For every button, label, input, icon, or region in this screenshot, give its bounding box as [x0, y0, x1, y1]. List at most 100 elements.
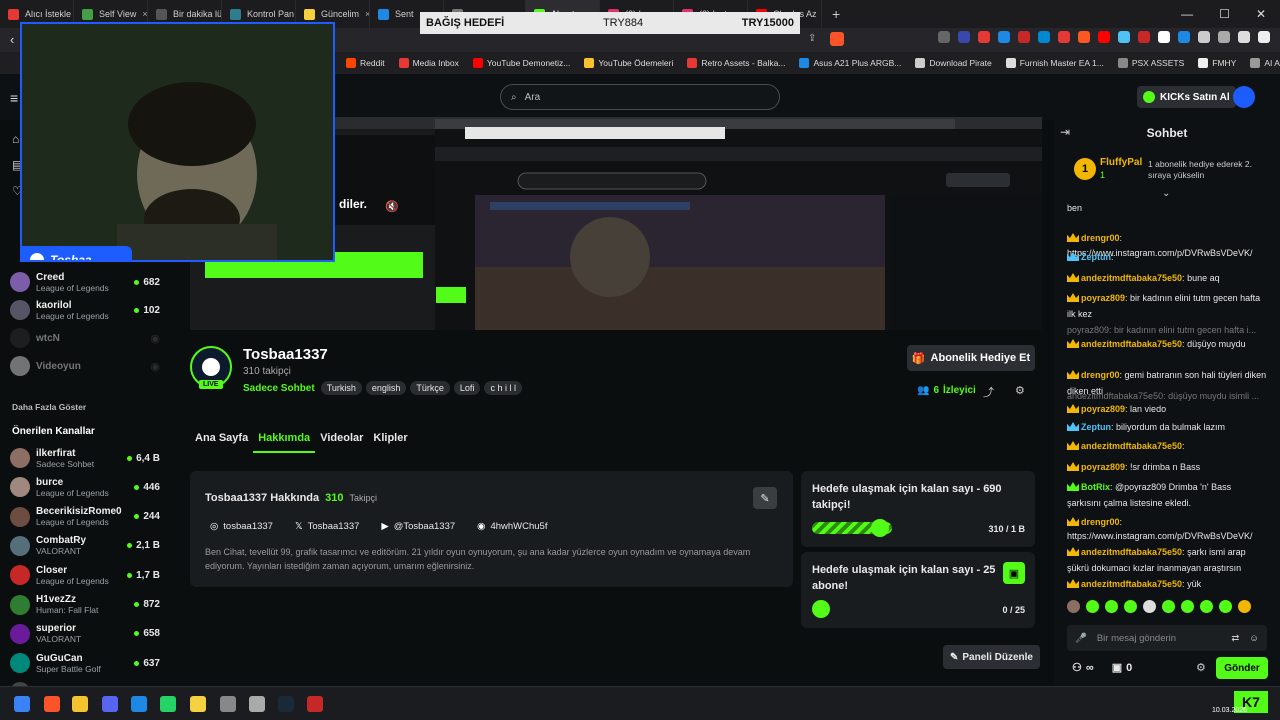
chat-username[interactable]: Zeptun [1081, 422, 1111, 432]
bookmark-item[interactable]: Furnish Master EA 1... [1005, 58, 1104, 68]
bookmark-item[interactable]: Asus A21 Plus ARGB... [799, 58, 901, 68]
chat-username[interactable]: andezitmdftabaka75e50 [1081, 579, 1182, 589]
share-icon[interactable]: ⇪ [808, 33, 816, 44]
notes-icon[interactable] [190, 696, 206, 712]
chat-username[interactable]: Zeptun [1081, 252, 1111, 262]
file-explorer-icon[interactable] [72, 696, 88, 712]
chat-username[interactable]: poyraz809 [1081, 404, 1125, 414]
chat-username[interactable]: andezitmdftabaka75e50 [1081, 273, 1182, 283]
emoji-icon[interactable]: ☺ [1249, 633, 1259, 644]
extension-icon[interactable] [1018, 31, 1030, 43]
extension-icon[interactable] [1238, 31, 1250, 43]
whatsapp-icon[interactable] [160, 696, 176, 712]
emote-icon[interactable] [1219, 600, 1232, 613]
bookmark-item[interactable]: YouTube Demonetiz... [472, 58, 570, 68]
sidebar-channel[interactable]: burce League of Legends 446 [10, 473, 160, 501]
app-icon[interactable] [131, 696, 147, 712]
bookmark-item[interactable]: AI Avatar [1250, 58, 1280, 68]
channel-tag[interactable]: c h i l l [484, 381, 522, 395]
back-icon[interactable]: ‹ [10, 32, 14, 47]
minimize-icon[interactable]: — [1181, 7, 1193, 21]
mute-icon[interactable]: 🔇 [385, 200, 399, 213]
points-icon[interactable]: ⚇ [1072, 661, 1082, 674]
sidebar-channel[interactable]: superior VALORANT 658 [10, 620, 160, 648]
sidebar-channel[interactable]: Closer League of Legends 1,7 B [10, 561, 160, 589]
gift-goal-icon[interactable]: ▣ [1003, 562, 1025, 584]
home-icon[interactable]: ⌂ [12, 132, 19, 146]
brave-icon[interactable] [44, 696, 60, 712]
bookmark-item[interactable]: Reddit [346, 58, 385, 68]
user-settings-icon[interactable]: ⚙ [1015, 384, 1025, 397]
extension-icon[interactable] [1138, 31, 1150, 43]
chat-settings-icon[interactable]: ⚙ [1196, 661, 1206, 674]
social-link[interactable]: ◉ 4hwhWChu5f [477, 521, 547, 532]
emote-icon[interactable] [1238, 600, 1251, 613]
sidebar-channel[interactable]: GuGuCan Super Battle Golf 637 [10, 649, 160, 677]
gift-icon[interactable]: ▣ [1112, 661, 1122, 674]
channel-tag[interactable]: english [365, 381, 407, 395]
app-icon[interactable] [249, 696, 265, 712]
share-icon[interactable]: ⤴ [983, 384, 994, 400]
send-button[interactable]: Gönder [1216, 657, 1268, 679]
sidebar-channel[interactable]: wtcN ◉ [10, 324, 160, 352]
maximize-icon[interactable]: ☐ [1219, 7, 1230, 21]
edit-about-button[interactable]: ✎ [753, 487, 777, 509]
bookmark-item[interactable]: Download Pirate [915, 58, 992, 68]
chat-username[interactable]: drengr00 [1081, 233, 1120, 243]
extension-icon[interactable] [938, 31, 950, 43]
channel-tag[interactable]: Lofi [453, 381, 481, 395]
edit-panel-button[interactable]: ✎ Paneli Düzenle [943, 645, 1040, 669]
discord-icon[interactable] [102, 696, 118, 712]
extension-icon[interactable] [978, 31, 990, 43]
extension-icon[interactable] [1198, 31, 1210, 43]
chat-username[interactable]: BotRix [1081, 482, 1110, 492]
extension-icon[interactable] [1218, 31, 1230, 43]
bookmark-item[interactable]: Media Inbox [398, 58, 459, 68]
social-link[interactable]: ◎ tosbaa1337 [210, 521, 273, 532]
channel-tag[interactable]: Türkçe [410, 381, 450, 395]
brave-shield-icon[interactable] [830, 32, 844, 46]
emote-icon[interactable] [1181, 600, 1194, 613]
channel-tab[interactable]: Hakkımda [253, 432, 316, 453]
extension-icon[interactable] [998, 31, 1010, 43]
extension-icon[interactable] [1058, 31, 1070, 43]
emote-icon[interactable] [1067, 600, 1080, 613]
emote-icon[interactable] [1200, 600, 1213, 613]
emote-icon[interactable] [1162, 600, 1175, 613]
extension-icon[interactable] [1038, 31, 1050, 43]
close-icon[interactable]: ✕ [1256, 7, 1266, 21]
avatar[interactable] [1233, 86, 1255, 108]
show-more-link[interactable]: Daha Fazla Göster [12, 402, 86, 412]
sidebar-channel[interactable]: kaorilol League of Legends 102 [10, 296, 160, 324]
sidebar-channel[interactable]: BecerikisizRome0 League of Legends 244 [10, 503, 160, 531]
sidebar-channel[interactable]: Creed League of Legends 682 [10, 268, 160, 296]
translate-icon[interactable]: ⇄ [1231, 633, 1239, 644]
chat-username[interactable]: poyraz809 [1081, 293, 1125, 303]
bookmark-item[interactable]: FMHY [1198, 58, 1236, 68]
bookmark-item[interactable]: PSX ASSETS [1117, 58, 1184, 68]
chat-username[interactable]: poyraz809 [1081, 462, 1125, 472]
new-tab-icon[interactable]: + [822, 6, 850, 22]
expand-leaderboard-icon[interactable]: ⌄ [1162, 188, 1170, 199]
extension-icon[interactable] [1098, 31, 1110, 43]
sidebar-channel[interactable]: H1vezZz Human: Fall Flat 872 [10, 591, 160, 619]
chat-username[interactable]: andezitmdftabaka75e50 [1081, 339, 1182, 349]
chat-username[interactable]: drengr00 [1081, 370, 1120, 380]
chat-username[interactable]: andezitmdftabaka75e50 [1081, 441, 1182, 451]
category-link[interactable]: Sadece Sohbet [243, 383, 315, 394]
channel-tag[interactable]: Turkish [320, 381, 362, 395]
app-icon[interactable] [307, 696, 323, 712]
social-link[interactable]: 𝕏 Tosbaa1337 [295, 521, 359, 532]
search-input[interactable]: Ara [525, 92, 541, 103]
channel-tab[interactable]: Videolar [315, 432, 368, 453]
close-tab-icon[interactable]: × [142, 9, 147, 19]
extension-icon[interactable] [958, 31, 970, 43]
channel-tab[interactable]: Klipler [368, 432, 412, 453]
search-bar[interactable]: ⌕ Ara [500, 84, 780, 110]
extension-icon[interactable] [1178, 31, 1190, 43]
chat-username[interactable]: drengr00 [1081, 517, 1120, 527]
social-link[interactable]: ▶ @Tosbaa1337 [381, 521, 455, 532]
microphone-icon[interactable]: 🎤 [1075, 633, 1087, 644]
emote-icon[interactable] [1086, 600, 1099, 613]
extension-icon[interactable] [1158, 31, 1170, 43]
